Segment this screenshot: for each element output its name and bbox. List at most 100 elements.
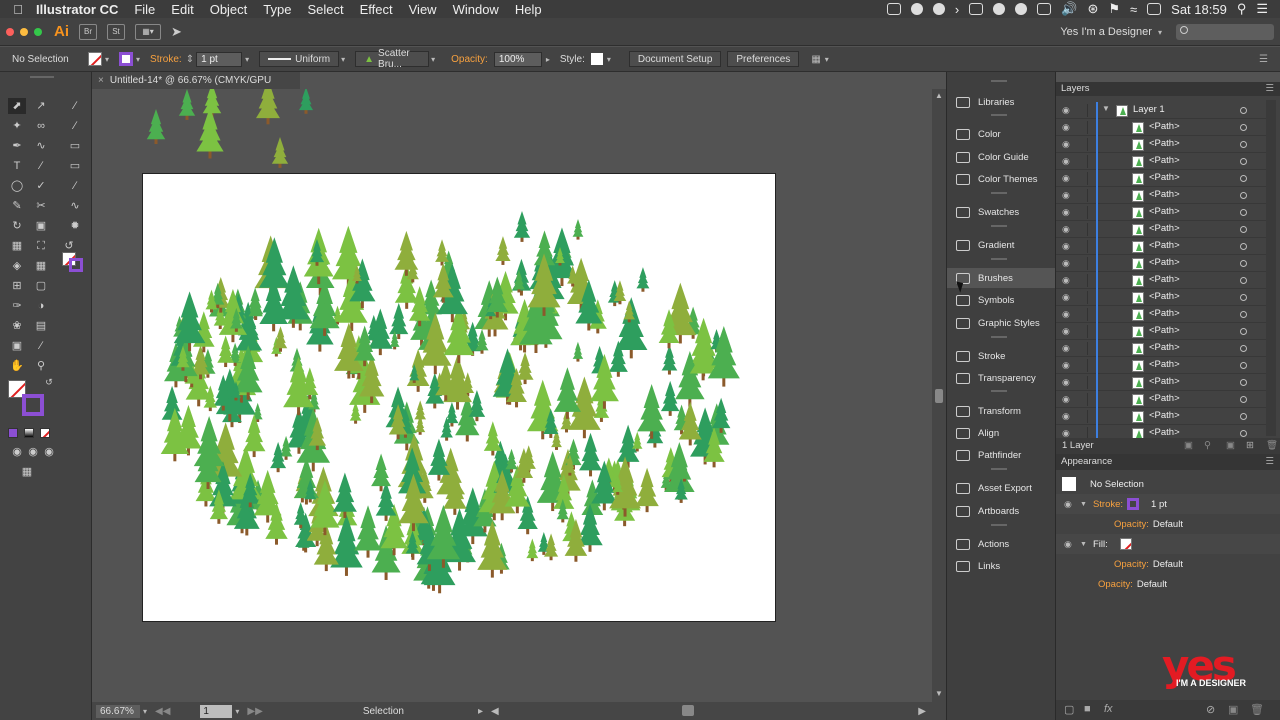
dock-group-grip[interactable] bbox=[991, 390, 1007, 392]
chevron-down-icon[interactable]: ▾ bbox=[607, 55, 611, 64]
menu-type[interactable]: Type bbox=[263, 2, 291, 17]
target-icon[interactable] bbox=[1240, 192, 1247, 199]
lock-toggle[interactable] bbox=[1078, 325, 1088, 338]
selection-tool-icon[interactable]: ⬈ bbox=[8, 98, 26, 114]
shape-builder-tool-icon[interactable]: ◈ bbox=[8, 258, 26, 274]
path-row[interactable]: ◉ <Path> bbox=[1056, 153, 1266, 170]
eye-icon[interactable]: ◉ bbox=[1062, 411, 1072, 421]
menu-select[interactable]: Select bbox=[307, 2, 343, 17]
dock-item-graphic-styles[interactable]: Graphic Styles bbox=[947, 313, 1055, 333]
dock-group-grip[interactable] bbox=[991, 524, 1007, 526]
blob-brush-tool-icon[interactable]: ∕ bbox=[66, 98, 84, 114]
messages-icon[interactable] bbox=[1037, 3, 1052, 15]
pine-tree-shape[interactable] bbox=[513, 211, 531, 242]
target-icon[interactable] bbox=[1240, 277, 1247, 284]
rotate-tool-icon[interactable]: ↻ bbox=[8, 218, 26, 234]
path-row[interactable]: ◉ <Path> bbox=[1056, 136, 1266, 153]
opacity-field[interactable]: 100% bbox=[493, 51, 542, 67]
path-name[interactable]: <Path> bbox=[1149, 325, 1180, 336]
eye-icon[interactable]: ◉ bbox=[1062, 394, 1072, 404]
control-menu-icon[interactable]: ☰ bbox=[1259, 54, 1268, 65]
target-icon[interactable] bbox=[1240, 311, 1247, 318]
stepper-arrows-icon[interactable]: ⇕ bbox=[186, 54, 194, 65]
pine-tree-shape[interactable] bbox=[578, 432, 603, 477]
knife-tool-icon[interactable]: ∕ bbox=[66, 178, 84, 194]
drive-icon[interactable] bbox=[932, 3, 945, 15]
eye-icon[interactable]: ◉ bbox=[1062, 258, 1072, 268]
path-name[interactable]: <Path> bbox=[1149, 240, 1180, 251]
zoom-window-button[interactable] bbox=[34, 27, 42, 36]
add-stroke-icon[interactable]: ▢ bbox=[1064, 703, 1074, 716]
spotlight-search-icon[interactable]: ⚲ bbox=[1237, 1, 1247, 17]
eye-icon[interactable]: ◉ bbox=[1062, 343, 1072, 353]
lasso-tool-icon[interactable]: ∞ bbox=[32, 118, 50, 134]
minimize-window-button[interactable] bbox=[20, 27, 28, 36]
smooth-tool-icon[interactable]: ∿ bbox=[66, 198, 84, 214]
zoom-level-field[interactable]: 66.67% bbox=[96, 704, 140, 718]
path-name[interactable]: <Path> bbox=[1149, 121, 1180, 132]
path-row[interactable]: ◉ <Path> bbox=[1056, 255, 1266, 272]
dock-group-grip[interactable] bbox=[991, 258, 1007, 260]
disclosure-triangle-icon[interactable]: ▼ bbox=[1102, 104, 1110, 113]
eyedropper-tool-icon[interactable]: ✑ bbox=[8, 298, 26, 314]
target-icon[interactable] bbox=[1240, 413, 1247, 420]
variable-width-profile[interactable]: Uniform bbox=[259, 51, 340, 67]
menu-help[interactable]: Help bbox=[515, 2, 542, 17]
arrange-documents-icon[interactable]: ▦▾ bbox=[135, 23, 161, 40]
help-search-input[interactable] bbox=[1176, 23, 1274, 40]
width-tool-icon[interactable]: ▦ bbox=[8, 238, 26, 254]
path-row[interactable]: ◉ <Path> bbox=[1056, 306, 1266, 323]
stroke-weight-field[interactable]: 1 pt bbox=[196, 51, 243, 67]
eye-icon[interactable]: ◉ bbox=[1062, 224, 1072, 234]
chevron-down-icon[interactable]: ▾ bbox=[341, 55, 345, 64]
blend-tool-icon[interactable]: ◑ bbox=[32, 298, 50, 314]
notification-center-icon[interactable]: ☰ bbox=[1256, 1, 1268, 17]
eye-icon[interactable]: ◉ bbox=[1062, 122, 1072, 132]
artboard-tool-icon[interactable]: ▣ bbox=[8, 338, 26, 354]
pine-tree-shape[interactable] bbox=[196, 107, 224, 159]
screen-capture-icon[interactable] bbox=[886, 3, 901, 15]
dock-item-stroke[interactable]: Stroke bbox=[947, 346, 1055, 366]
target-icon[interactable] bbox=[1240, 209, 1247, 216]
dock-item-symbols[interactable]: Symbols bbox=[947, 290, 1055, 310]
dock-item-transparency[interactable]: Transparency bbox=[947, 368, 1055, 388]
pine-tree-shape[interactable] bbox=[271, 137, 289, 168]
appearance-stroke-value[interactable]: 1 pt bbox=[1151, 499, 1167, 510]
target-icon[interactable] bbox=[1240, 260, 1247, 267]
panel-menu-icon[interactable]: ☰ bbox=[1265, 454, 1274, 470]
locate-object-icon[interactable]: ⚲ bbox=[1204, 438, 1211, 454]
scroll-right-icon[interactable]: ▶ bbox=[918, 706, 926, 717]
path-row[interactable]: ◉ <Path> bbox=[1056, 408, 1266, 425]
fill-opacity-label[interactable]: Opacity: bbox=[1114, 559, 1149, 570]
gradient-mode-icon[interactable] bbox=[24, 428, 34, 438]
bridge-button[interactable]: Br bbox=[79, 23, 97, 40]
clipping-mask-icon[interactable]: ▣ bbox=[1226, 438, 1235, 454]
dock-item-transform[interactable]: Transform bbox=[947, 401, 1055, 421]
pine-tree-shape[interactable] bbox=[511, 258, 532, 296]
path-row[interactable]: ◉ <Path> bbox=[1056, 238, 1266, 255]
scroll-down-icon[interactable]: ▼ bbox=[935, 689, 943, 698]
lock-toggle[interactable] bbox=[1078, 104, 1088, 117]
eye-icon[interactable]: ◉ bbox=[1062, 309, 1072, 319]
first-artboard-icon[interactable]: ◀◀ bbox=[155, 706, 170, 717]
dock-item-actions[interactable]: Actions bbox=[947, 534, 1055, 554]
dock-item-color-themes[interactable]: Color Themes bbox=[947, 169, 1055, 189]
pine-tree-shape[interactable] bbox=[553, 367, 582, 419]
magic-wand-tool-icon[interactable]: ✦ bbox=[8, 118, 26, 134]
dock-group-grip[interactable] bbox=[991, 468, 1007, 470]
eye-icon[interactable]: ◉ bbox=[1062, 428, 1072, 438]
direct-selection-tool-icon[interactable]: ↗ bbox=[32, 98, 50, 114]
appearance-stroke-label[interactable]: Stroke: bbox=[1093, 499, 1123, 510]
eye-icon[interactable]: ◉ bbox=[1062, 377, 1072, 387]
path-name[interactable]: <Path> bbox=[1149, 291, 1180, 302]
pine-tree-shape[interactable] bbox=[256, 89, 280, 125]
layers-panel-header[interactable]: Layers ☰ bbox=[1056, 82, 1280, 96]
lock-toggle[interactable] bbox=[1078, 240, 1088, 253]
eye-icon[interactable]: ◉ bbox=[1062, 241, 1072, 251]
target-icon[interactable] bbox=[1240, 430, 1247, 437]
new-sublayer-icon[interactable]: ⊞ bbox=[1246, 438, 1254, 454]
dock-group-grip[interactable] bbox=[991, 192, 1007, 194]
menu-effect[interactable]: Effect bbox=[360, 2, 393, 17]
layers-scrollbar[interactable] bbox=[1266, 100, 1276, 436]
path-row[interactable]: ◉ <Path> bbox=[1056, 204, 1266, 221]
